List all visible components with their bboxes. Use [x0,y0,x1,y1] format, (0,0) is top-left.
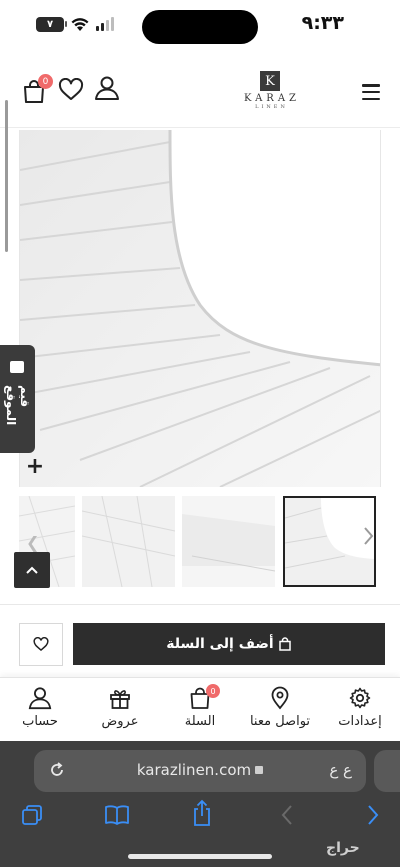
thumbnail-image [285,498,374,585]
nav-account-label: حساب [22,714,58,729]
bottom-nav: حساب عروض 0 السلة تواصل معنا إعدادات [0,677,400,741]
smile-icon [10,361,24,373]
wifi-icon [71,18,89,31]
lock-icon [255,766,264,774]
nav-offers-label: عروض [101,714,139,729]
gift-icon [110,690,130,709]
gear-icon [349,687,371,709]
add-to-cart-button[interactable]: أضف إلى السلة [73,623,385,665]
rate-site-label: قيم الموقع [4,385,32,426]
tabs-icon[interactable] [20,803,44,827]
chevron-up-icon [26,566,38,574]
menu-icon[interactable] [362,84,380,100]
divider [0,604,400,605]
nav-cart[interactable]: 0 السلة [160,684,240,738]
share-icon[interactable] [190,799,214,827]
wishlist-button[interactable] [19,623,63,666]
next-tab-preview[interactable] [374,750,400,792]
site-logo[interactable]: K KARAZ LINEN [232,71,308,110]
thumbnail-3[interactable] [182,496,275,587]
bookmarks-icon[interactable] [104,803,130,827]
nav-account[interactable]: حساب [0,686,80,738]
heart-icon[interactable] [58,78,84,102]
status-time: ٩:٣٣ [301,12,344,34]
back-icon[interactable] [280,803,294,827]
product-photo [20,130,380,487]
logo-mark: K [260,71,280,91]
location-pin-icon [271,686,289,710]
rate-site-tab[interactable]: قيم الموقع [0,345,35,453]
signal-icon [96,17,114,31]
haraj-watermark: حراج [326,840,360,856]
nav-cart-label: السلة [184,714,216,729]
add-to-cart-label: أضف إلى السلة [166,636,274,652]
status-bar: ٧ ٩:٣٣ [0,0,400,52]
user-icon[interactable] [94,75,120,101]
page-scroll-indicator [5,100,8,252]
home-indicator [128,854,272,859]
address-bar[interactable]: karazlinen.com ع ع [34,750,366,792]
site-header: 0 K KARAZ LINEN [0,52,400,128]
scroll-to-top-button[interactable] [14,552,50,588]
cart-count-badge: 0 [38,74,53,89]
battery-icon: ٧ [36,17,64,32]
browser-toolbar [0,799,400,839]
product-main-image[interactable] [19,130,381,487]
nav-cart-badge: 0 [206,684,220,698]
nav-offers[interactable]: عروض [80,686,160,738]
thumbnail-image [182,496,275,587]
chevron-right-icon[interactable] [362,524,376,548]
dynamic-island [142,10,258,44]
bag-icon [278,637,291,651]
logo-name: KARAZ [244,93,300,104]
thumbnail-strip: ❮ [0,490,400,588]
url-display: karazlinen.com [34,761,366,779]
thumbnail-image [82,496,175,587]
url-text: karazlinen.com [136,761,252,779]
nav-settings-label: إعدادات [338,714,382,729]
user-icon [28,687,52,710]
battery-tip [65,21,67,27]
heart-icon [33,637,49,652]
logo-sub: LINEN [255,104,288,110]
nav-contact[interactable]: تواصل معنا [240,686,320,738]
nav-settings[interactable]: إعدادات [320,686,400,738]
zoom-plus-icon[interactable]: + [24,456,46,478]
reader-settings-button[interactable]: ع ع [329,761,352,779]
nav-contact-label: تواصل معنا [249,714,311,729]
battery-level: ٧ [46,19,54,30]
forward-icon[interactable] [366,803,380,827]
thumbnail-2[interactable] [82,496,175,587]
chevron-left-icon[interactable]: ❮ [26,533,39,552]
